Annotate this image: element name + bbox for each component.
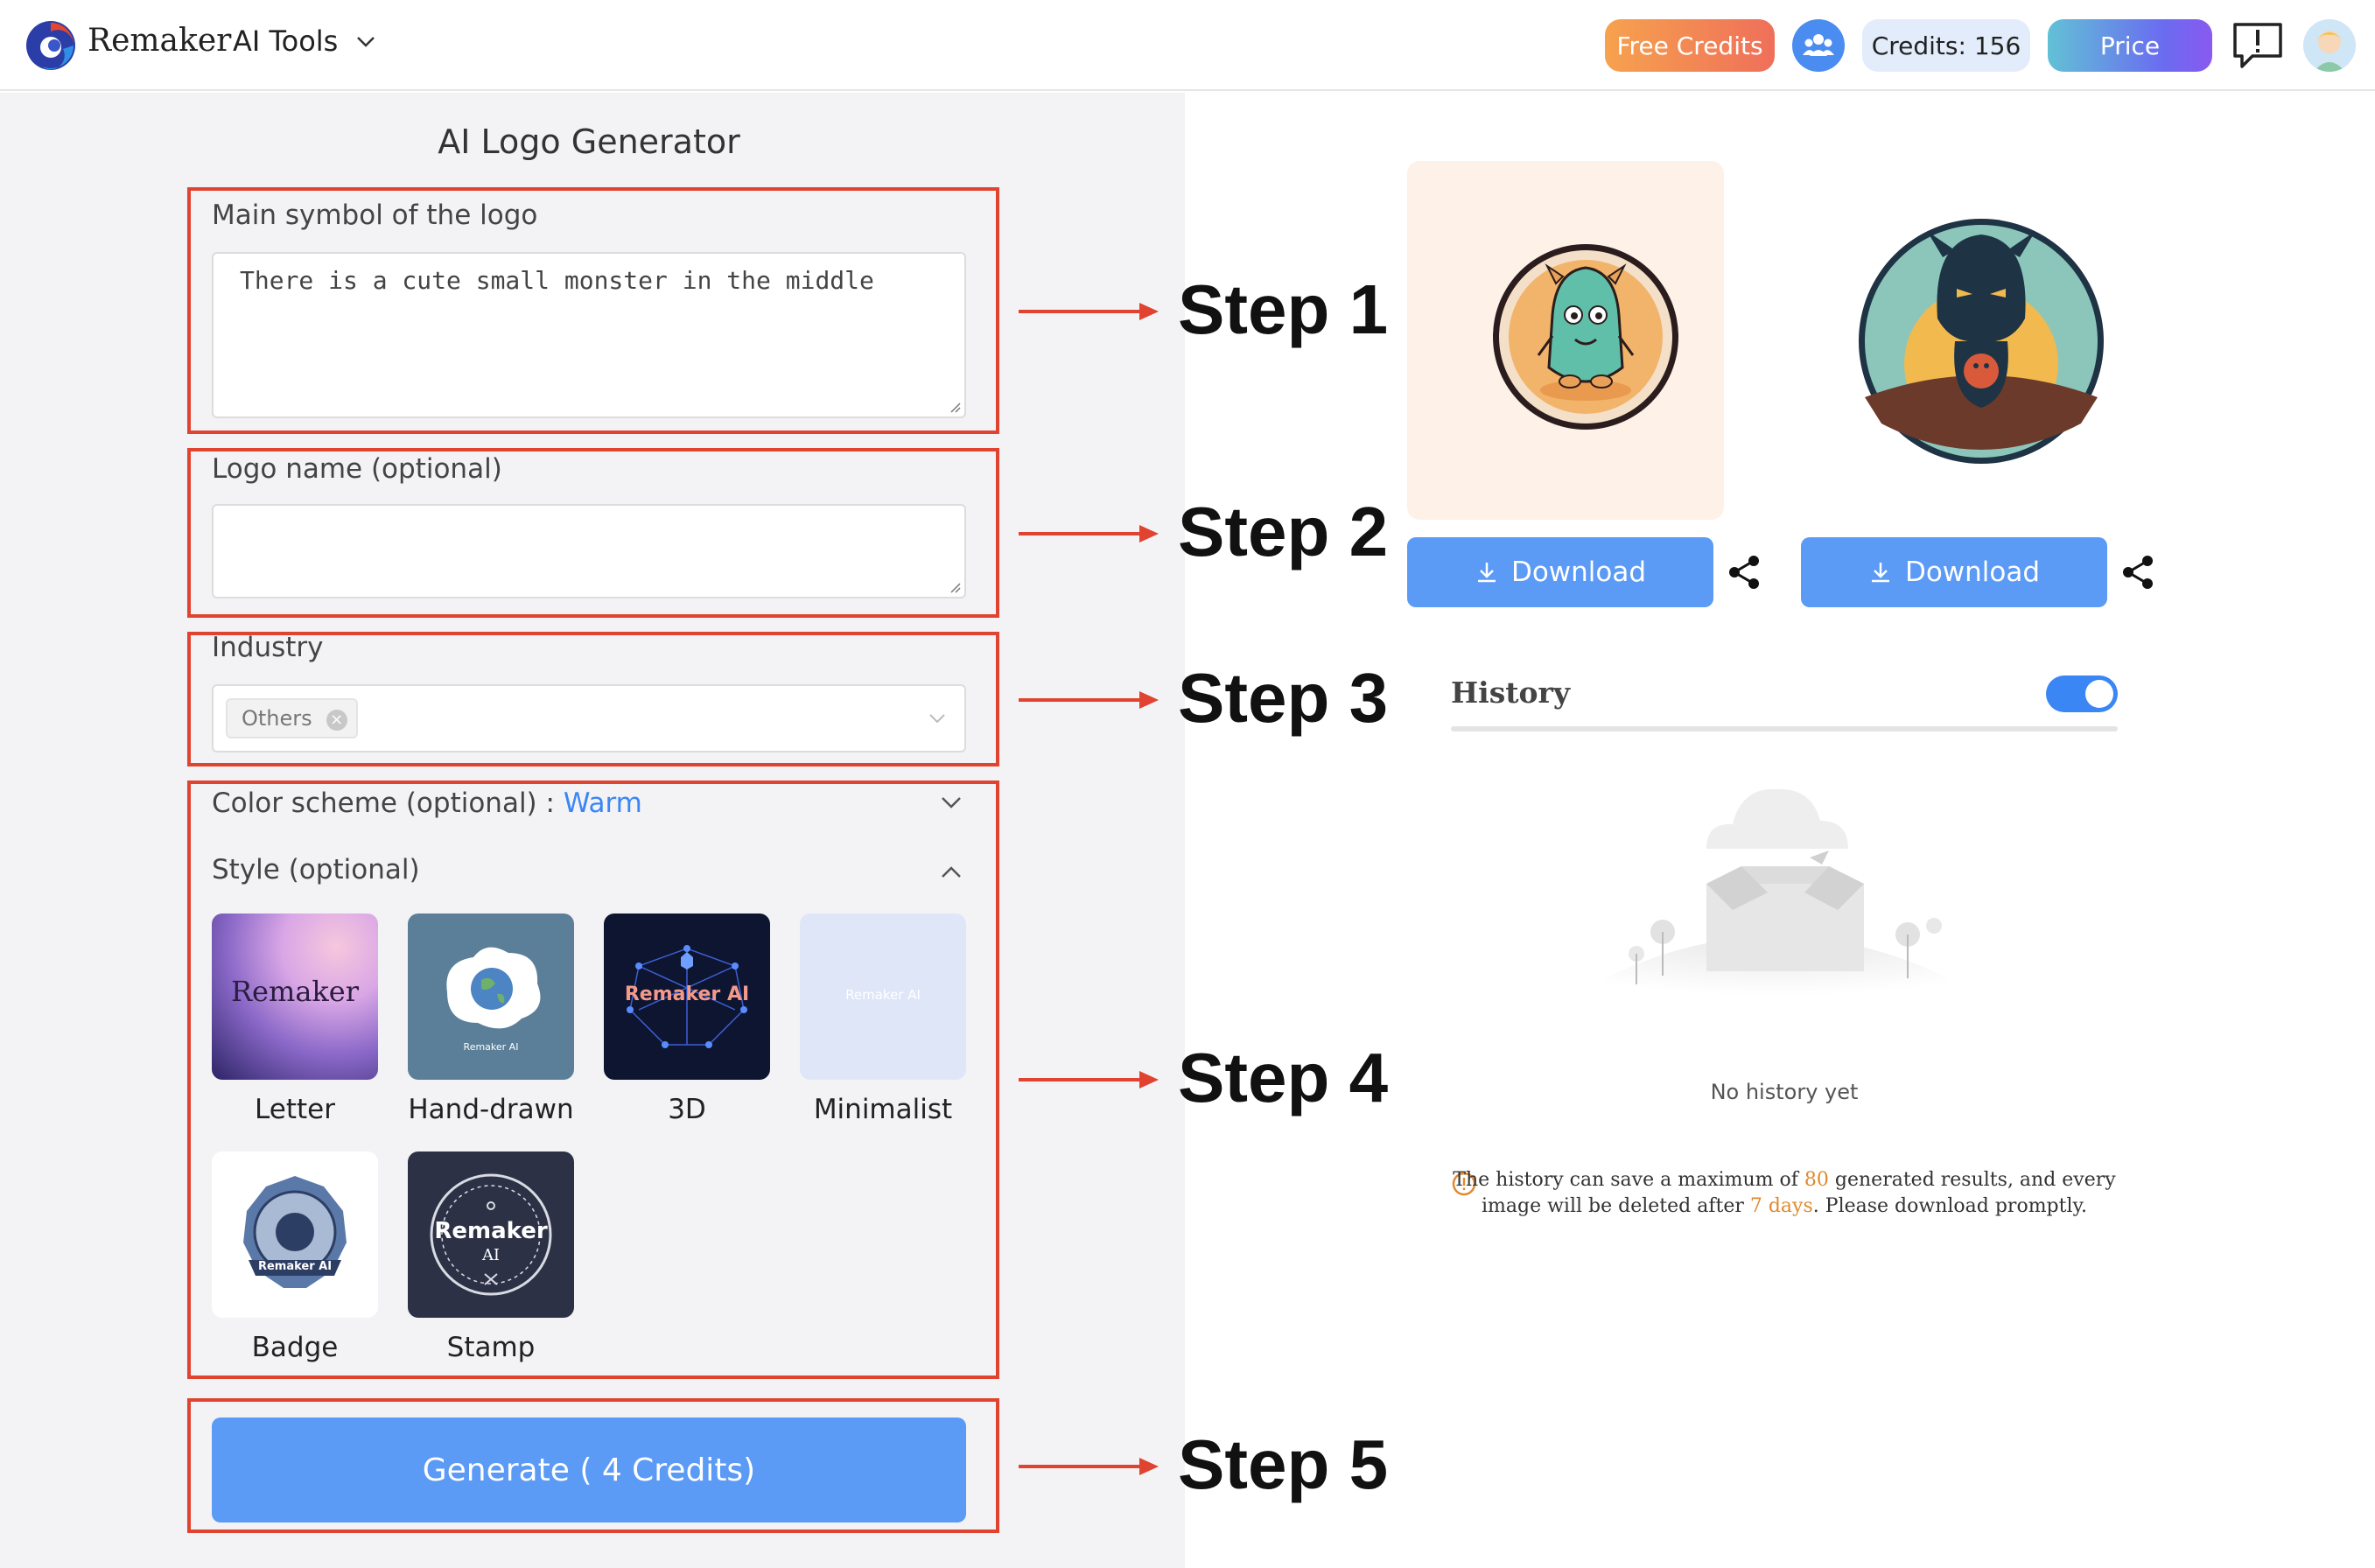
note-max-count: 80: [1804, 1169, 1829, 1191]
resize-grip-icon[interactable]: [949, 581, 961, 593]
step-5-label: Step 5: [1178, 1425, 1389, 1503]
download-button-2[interactable]: Download: [1801, 537, 2107, 607]
style-label-3d: 3D: [668, 1094, 706, 1125]
logo-name-input[interactable]: [212, 504, 966, 598]
style-option-minimalist[interactable]: Remaker AI Minimalist: [800, 914, 966, 1125]
note-part-1: The history can save a maximum of: [1453, 1169, 1804, 1191]
chevron-down-icon: [929, 714, 945, 724]
main-symbol-value: There is a cute small monster in the mid…: [240, 266, 874, 295]
step-3-label: Step 3: [1178, 659, 1389, 737]
hand-drawn-thumb-text: Remaker AI: [463, 1041, 519, 1053]
step-2-arrow: [1019, 525, 1159, 542]
minimalist-thumb-text: Remaker AI: [845, 987, 921, 1003]
3d-thumb-text: Remaker AI: [624, 984, 750, 1005]
history-divider: [1451, 726, 2118, 732]
style-option-3d[interactable]: Remaker AI 3D: [604, 914, 770, 1125]
step-4-label: Step 4: [1178, 1039, 1389, 1116]
style-label: Style (optional): [212, 854, 420, 886]
color-scheme-label: Color scheme (optional) :: [212, 788, 564, 819]
style-thumb-letter: Remaker: [212, 914, 378, 1080]
generate-button[interactable]: Generate ( 4 Credits): [212, 1418, 966, 1522]
chevron-up-icon[interactable]: [938, 859, 964, 886]
globe-icon: [446, 947, 541, 1029]
step-5-arrow: [1019, 1458, 1159, 1475]
ai-tools-label: AI Tools: [233, 24, 339, 58]
price-button[interactable]: Price: [2048, 19, 2212, 72]
remove-tag-icon[interactable]: ×: [326, 710, 347, 731]
empty-box-illustration: [1601, 788, 1951, 1011]
style-label-minimalist: Minimalist: [813, 1094, 953, 1125]
empty-history-text: No history yet: [1710, 1080, 1859, 1104]
style-option-badge[interactable]: Remaker AI Badge: [212, 1152, 378, 1363]
main-symbol-input[interactable]: There is a cute small monster in the mid…: [212, 252, 966, 418]
style-thumb-hand-drawn: Remaker AI: [408, 914, 574, 1080]
top-nav-bar: Remaker AI Tools Free Credits Credits: 1…: [0, 0, 2375, 91]
download-label-2: Download: [1904, 556, 2041, 588]
badge-thumb-text: Remaker AI: [257, 1260, 333, 1273]
main-symbol-label: Main symbol of the logo: [212, 200, 538, 231]
page-title: AI Logo Generator: [438, 122, 740, 161]
history-retention-note: The history can save a maximum of 80 gen…: [1451, 1167, 2118, 1220]
industry-tag: Others ×: [226, 698, 358, 738]
download-icon: [1871, 563, 1889, 583]
step-2-label: Step 2: [1178, 493, 1389, 570]
download-icon: [1477, 563, 1496, 583]
note-part-3: . Please download promptly.: [1812, 1195, 2088, 1217]
step-1-arrow: [1019, 303, 1159, 320]
chevron-down-icon: [357, 37, 375, 47]
brand-name[interactable]: Remaker: [88, 23, 231, 59]
industry-label: Industry: [212, 632, 324, 663]
history-title: History: [1451, 676, 1571, 710]
user-avatar[interactable]: [2303, 19, 2356, 72]
note-retention-days: 7 days: [1749, 1195, 1813, 1217]
style-label-hand-drawn: Hand-drawn: [408, 1094, 574, 1125]
monster-logo-dark: [1859, 219, 2104, 464]
brand-logo-icon[interactable]: [25, 19, 77, 72]
style-thumb-badge: Remaker AI: [212, 1152, 378, 1318]
color-scheme-accordion[interactable]: Color scheme (optional) : Warm: [212, 788, 642, 819]
free-credits-button[interactable]: Free Credits: [1605, 19, 1775, 72]
history-toggle[interactable]: [2046, 676, 2118, 712]
color-scheme-value: Warm: [563, 788, 642, 819]
letter-thumb-text: Remaker: [230, 975, 360, 1008]
step-3-arrow: [1019, 691, 1159, 709]
style-thumb-3d: Remaker AI: [604, 914, 770, 1080]
toggle-knob: [2085, 680, 2113, 708]
style-option-hand-drawn[interactable]: Remaker AI Hand-drawn: [408, 914, 574, 1125]
community-button[interactable]: [1792, 19, 1845, 72]
share-icon[interactable]: [2119, 553, 2158, 592]
feedback-icon[interactable]: [2230, 18, 2286, 74]
stamp-thumb-subtext: AI: [481, 1246, 501, 1264]
style-option-letter[interactable]: Remaker Letter: [212, 914, 378, 1125]
result-image-1[interactable]: [1407, 161, 1724, 520]
download-button-1[interactable]: Download: [1407, 537, 1713, 607]
style-thumb-minimalist: Remaker AI: [800, 914, 966, 1080]
industry-select[interactable]: Others ×: [212, 684, 966, 752]
ai-tools-menu[interactable]: AI Tools: [233, 24, 378, 58]
monster-logo-green: [1493, 244, 1678, 430]
step-1-label: Step 1: [1178, 270, 1389, 348]
style-label-badge: Badge: [251, 1332, 339, 1363]
industry-tag-label: Others: [242, 706, 312, 731]
style-option-stamp[interactable]: Remaker AI Stamp: [408, 1152, 574, 1363]
resize-grip-icon[interactable]: [949, 401, 961, 413]
stamp-thumb-text: Remaker: [434, 1218, 548, 1244]
badge-emblem-icon: [243, 1176, 347, 1288]
chevron-down-icon[interactable]: [938, 789, 964, 816]
style-thumb-stamp: Remaker AI: [408, 1152, 574, 1318]
step-4-arrow: [1019, 1071, 1159, 1088]
result-image-2[interactable]: [1801, 161, 2118, 520]
style-label-letter: Letter: [255, 1094, 335, 1125]
logo-name-label: Logo name (optional): [212, 453, 502, 485]
style-label-stamp: Stamp: [446, 1332, 536, 1363]
credits-balance[interactable]: Credits: 156: [1862, 19, 2030, 72]
share-icon[interactable]: [1726, 553, 1764, 592]
community-icon: [1803, 34, 1834, 56]
download-label-1: Download: [1510, 556, 1647, 588]
